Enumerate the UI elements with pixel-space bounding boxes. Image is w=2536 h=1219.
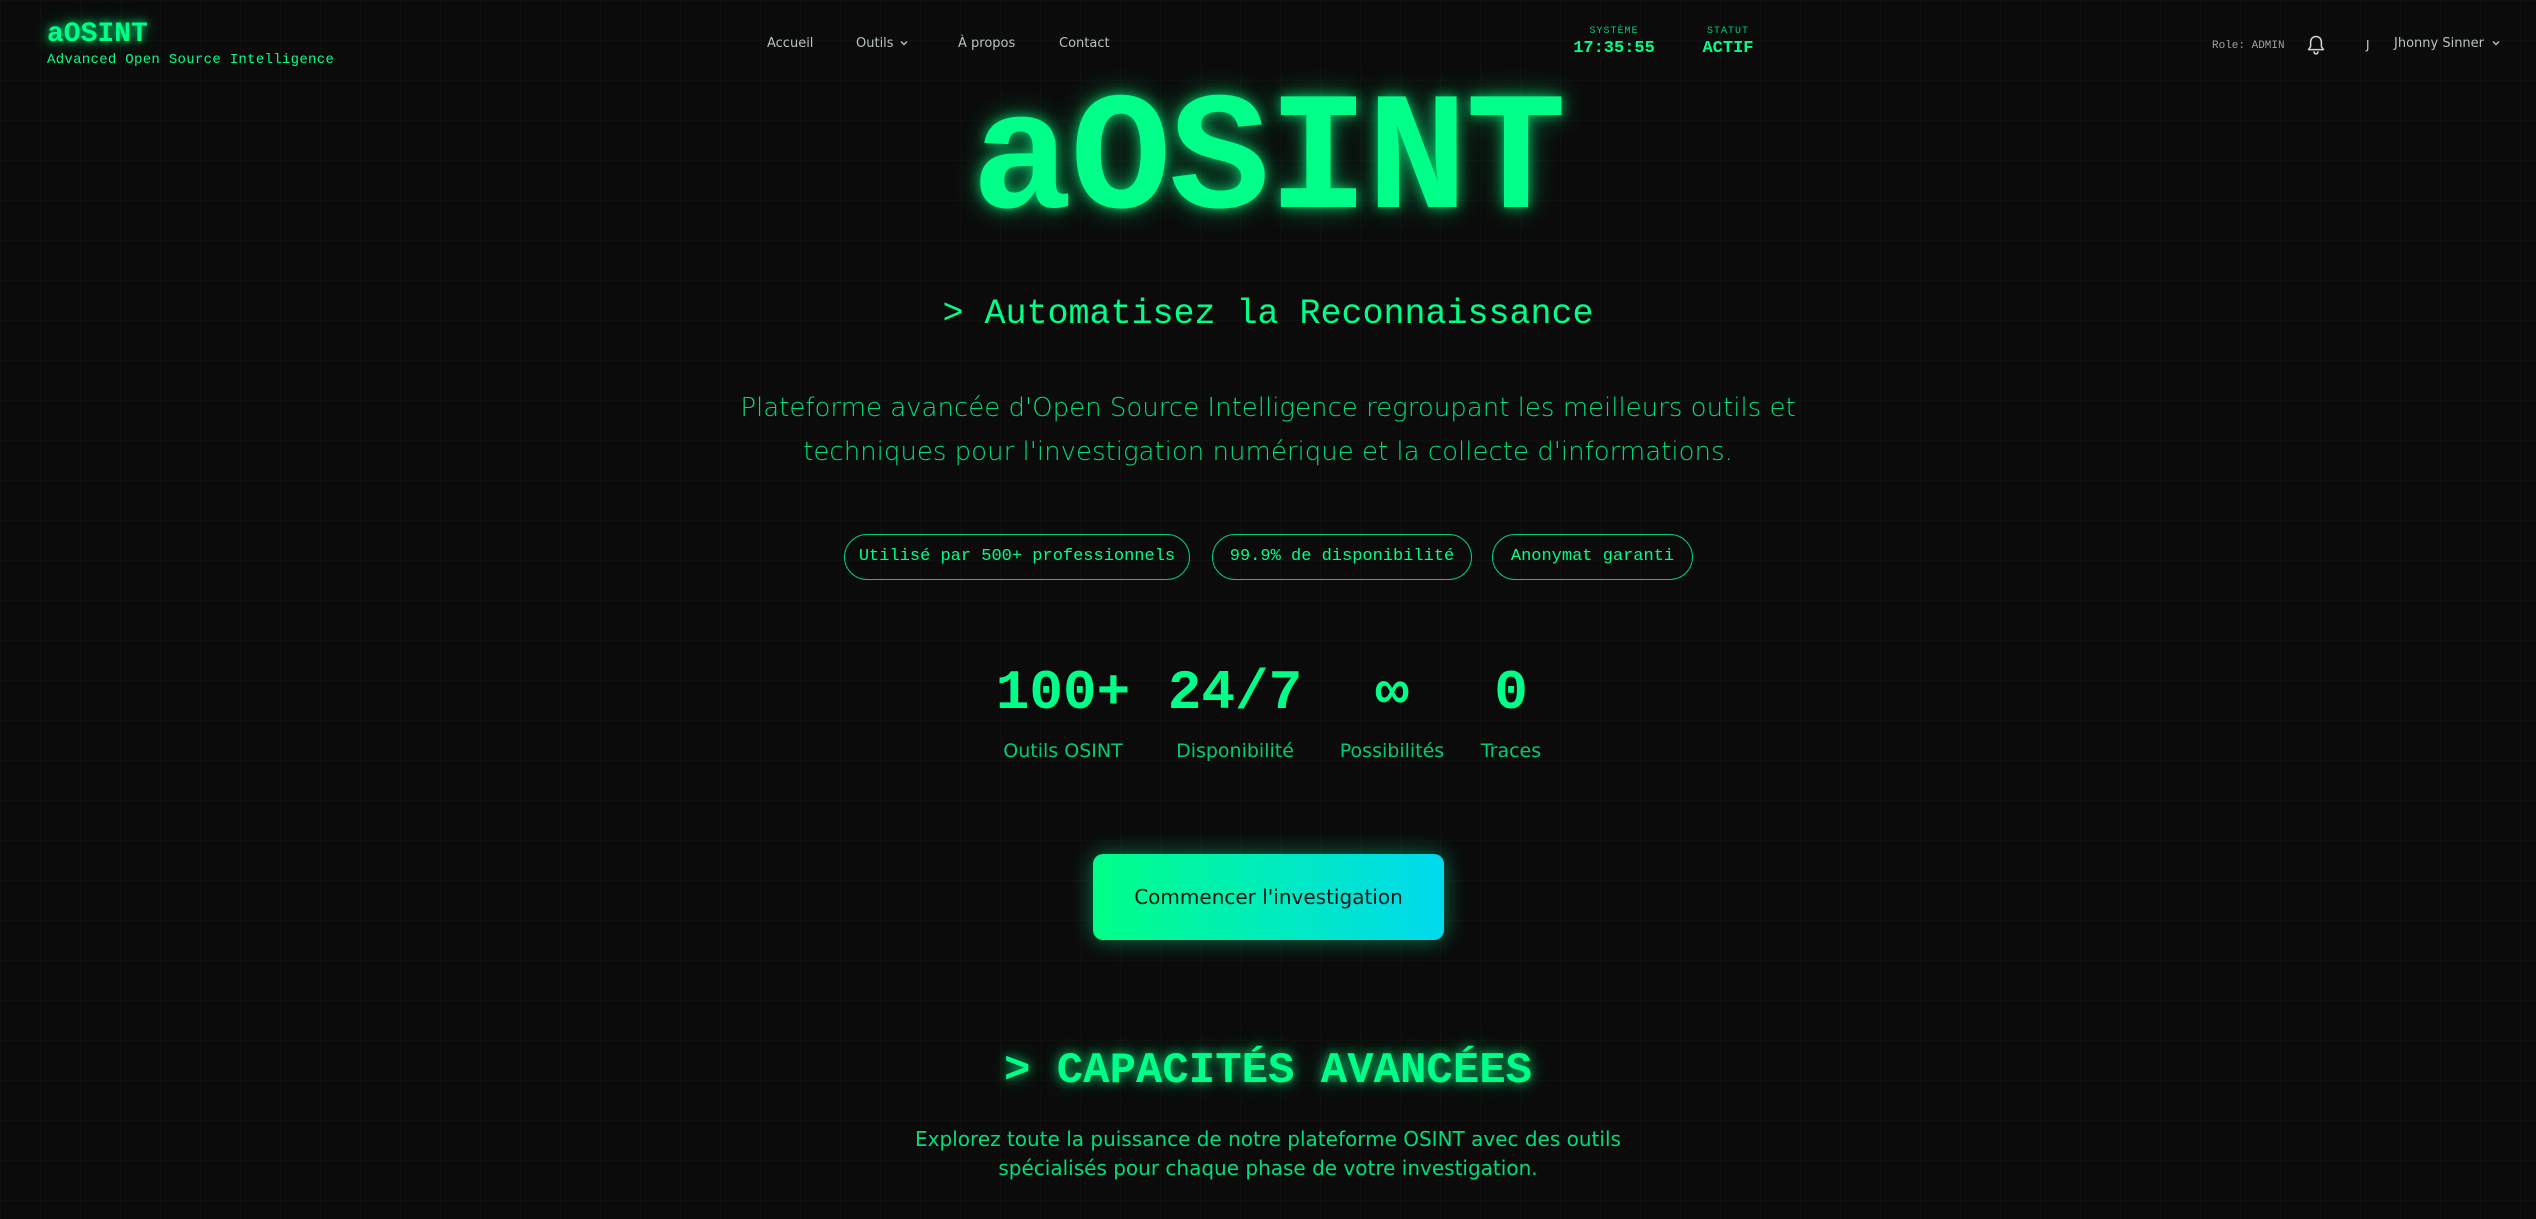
hero-subtitle: > Automatisez la Reconnaissance <box>942 294 1594 334</box>
stat-tools: 100+ Outils OSINT <box>973 660 1153 762</box>
capabilities-description: Explorez toute la puissance de notre pla… <box>915 1127 1621 1180</box>
avatar[interactable]: J <box>2366 38 2370 52</box>
capabilities-title: > CAPACITÉS AVANCÉES <box>1003 1046 1533 1096</box>
chevron-down-icon <box>900 41 908 46</box>
system-clock-label: SYSTÈME <box>1589 26 1639 37</box>
system-clock: SYSTÈME 17:35:55 <box>1570 26 1658 58</box>
brand-logo[interactable]: aOSINT <box>47 20 334 50</box>
system-status: STATUT ACTIF <box>1696 26 1760 58</box>
page: aOSINT Advanced Open Source Intelligence… <box>0 0 2536 1219</box>
stat-value: 24/7 <box>1167 661 1303 725</box>
system-status-value: ACTIF <box>1702 39 1754 58</box>
chevron-down-icon <box>2492 41 2500 46</box>
nav-item-outils[interactable]: Outils <box>856 36 910 51</box>
brand-tagline: Advanced Open Source Intelligence <box>47 52 335 68</box>
nav-item-outils-label: Outils <box>856 36 894 51</box>
badge-professionals: Utilisé par 500+ professionnels <box>844 534 1190 580</box>
stat-value: 0 <box>1494 661 1528 725</box>
start-investigation-button[interactable]: Commencer l'investigation <box>1093 854 1444 940</box>
system-status-label: STATUT <box>1706 26 1749 37</box>
nav-item-contact[interactable]: Contact <box>1059 36 1110 51</box>
system-clock-value: 17:35:55 <box>1573 39 1655 58</box>
hero-title: aOSINT <box>971 68 1567 258</box>
nav-item-accueil[interactable]: Accueil <box>767 36 813 51</box>
user-role: Role: ADMIN <box>2212 40 2285 52</box>
badge-anonymity: Anonymat garanti <box>1492 534 1693 580</box>
stat-label: Disponibilité <box>1176 740 1294 762</box>
user-menu[interactable]: Jhonny Sinner <box>2394 36 2502 51</box>
hero-description: Plateforme avancée d'Open Source Intelli… <box>740 393 1796 467</box>
stat-label: Outils OSINT <box>1003 740 1123 762</box>
stat-availability: 24/7 Disponibilité <box>1145 660 1325 762</box>
badge-availability: 99.9% de disponibilité <box>1212 534 1472 580</box>
stat-traces: 0 Traces <box>1421 660 1601 762</box>
bell-icon[interactable] <box>2306 34 2326 56</box>
stat-label: Traces <box>1480 740 1542 762</box>
user-name: Jhonny Sinner <box>2394 36 2485 51</box>
stat-value: 100+ <box>995 661 1131 725</box>
nav-item-apropos[interactable]: À propos <box>958 36 1015 51</box>
brand[interactable]: aOSINT Advanced Open Source Intelligence <box>47 20 335 69</box>
